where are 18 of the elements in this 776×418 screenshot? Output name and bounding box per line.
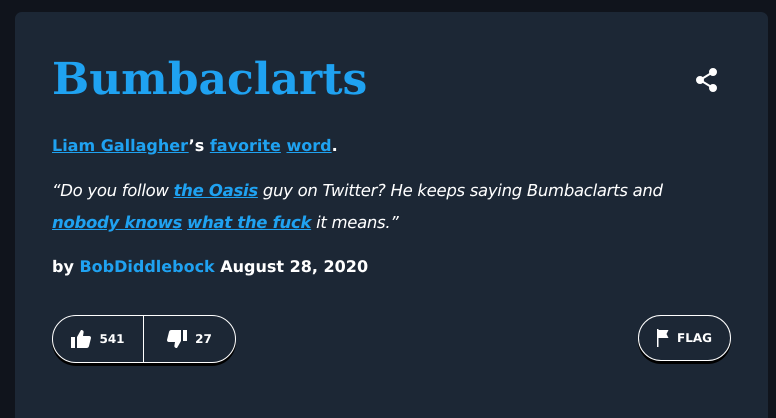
meaning-text: Liam Gallagher’s favorite word. — [52, 136, 339, 155]
thumbs-down-icon — [167, 330, 188, 348]
flag-icon — [657, 329, 670, 347]
byline-text: by BobDiddlebock August 28, 2020 — [52, 257, 370, 276]
thumbs-up-icon — [71, 330, 92, 348]
word-link[interactable]: Liam Gallagher — [52, 136, 189, 155]
share-icon[interactable] — [696, 68, 718, 92]
word-link[interactable]: favorite — [210, 136, 281, 155]
downvote-button[interactable]: 27 — [144, 316, 235, 362]
word-link[interactable]: what the fuck — [187, 213, 312, 232]
word-link[interactable]: the Oasis — [174, 181, 258, 200]
word-title: Bumbaclarts — [52, 53, 368, 107]
example-text: “Do you follow the Oasis guy on Twitter? He keeps saying Bumbaclarts and nobody knows what the fuck it means.” — [52, 180, 664, 234]
word-link[interactable]: word — [286, 136, 332, 155]
upvote-button[interactable]: 541 — [53, 316, 144, 362]
word-link[interactable]: nobody knows — [52, 213, 182, 232]
author-link[interactable]: BobDiddlebock — [79, 257, 215, 276]
flag-button[interactable]: FLAG — [638, 315, 731, 361]
